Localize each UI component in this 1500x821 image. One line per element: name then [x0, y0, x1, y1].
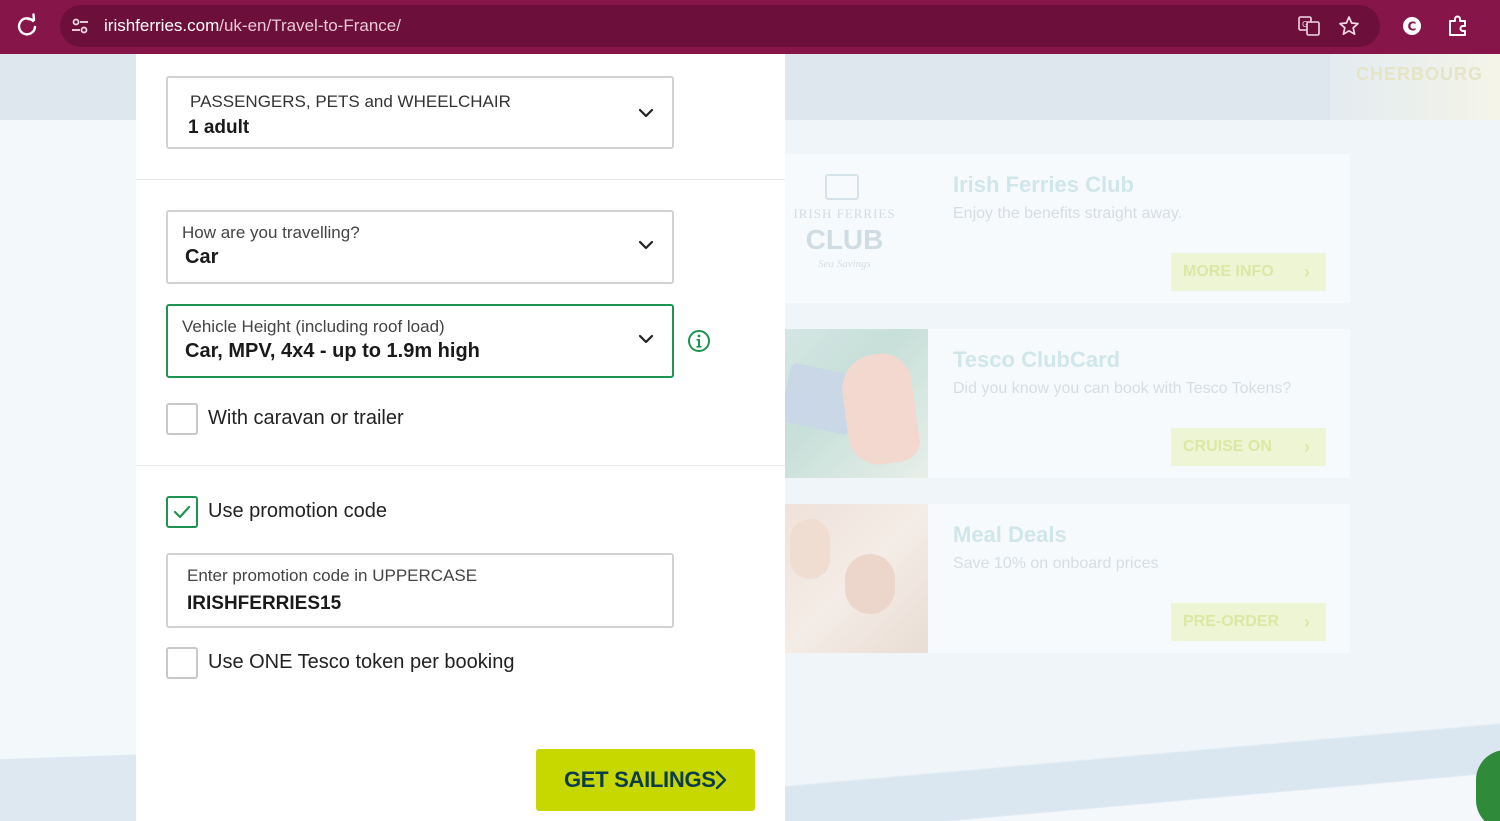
promo-card-tesco: Tesco ClubCard Did you know you can book…	[779, 329, 1350, 478]
card-subtitle: Did you know you can book with Tesco Tok…	[953, 380, 1292, 397]
child-graphic	[845, 554, 895, 614]
promo-code-label: Enter promotion code in UPPERCASE	[187, 566, 478, 585]
translate-icon[interactable]: G	[1298, 15, 1320, 37]
url-domain: irishferries.com	[104, 16, 220, 35]
logo-line1: IRISH FERRIES	[793, 206, 896, 221]
booking-panel: PASSENGERS, PETS and WHEELCHAIR 1 adult …	[136, 54, 785, 821]
travel-mode-value: Car	[185, 246, 219, 268]
promo-code-toggle-label[interactable]: Use promotion code	[208, 500, 387, 523]
logo-line3: Sea Savings	[818, 258, 871, 270]
club-badge-icon	[825, 174, 859, 200]
pre-order-button[interactable]: PRE-ORDER ›	[1171, 603, 1326, 641]
site-info-icon[interactable]	[70, 16, 90, 36]
address-bar[interactable]: irishferries.com/uk-en/Travel-to-France/…	[60, 5, 1380, 47]
page-background-left	[0, 120, 136, 821]
caravan-checkbox[interactable]	[166, 403, 198, 435]
card-subtitle: Save 10% on onboard prices	[953, 555, 1159, 572]
extensions-puzzle-icon[interactable]	[1445, 13, 1471, 39]
chevron-down-icon	[638, 334, 654, 344]
promo-code-value: IRISHFERRIES15	[187, 593, 342, 614]
passengers-label: PASSENGERS, PETS and WHEELCHAIR	[190, 92, 511, 111]
card-subtitle: Enjoy the benefits straight away.	[953, 205, 1183, 222]
section-divider	[136, 179, 785, 180]
promo-card-meal: Meal Deals Save 10% on onboard prices PR…	[785, 504, 1350, 653]
url-text[interactable]: irishferries.com/uk-en/Travel-to-France/	[104, 16, 401, 36]
meal-deal-image	[785, 504, 928, 653]
button-label: PRE-ORDER	[1183, 613, 1280, 630]
club-logo: IRISH FERRIES CLUB Sea Savings	[785, 154, 928, 303]
vehicle-height-label: Vehicle Height (including roof load)	[182, 317, 445, 336]
button-label: MORE INFO	[1183, 263, 1274, 280]
get-sailings-label: GET SAILINGS	[564, 767, 716, 792]
extension-badge-icon[interactable]: C	[1399, 13, 1425, 39]
bookmark-star-icon[interactable]	[1338, 15, 1360, 37]
tesco-token-checkbox[interactable]	[166, 647, 198, 679]
chevron-right-icon: ›	[1304, 262, 1310, 282]
chevron-down-icon	[638, 240, 654, 250]
logo-line2: CLUB	[805, 224, 884, 255]
reload-icon[interactable]	[14, 13, 40, 39]
vehicle-height-select[interactable]: Vehicle Height (including roof load) Car…	[166, 304, 674, 378]
wave-decoration	[785, 720, 1500, 821]
checkmark-icon	[173, 505, 191, 519]
card-title: Meal Deals	[953, 522, 1067, 547]
tesco-card-image	[779, 329, 928, 478]
chevron-right-icon: ›	[1304, 437, 1310, 457]
travel-mode-label: How are you travelling?	[182, 223, 360, 242]
info-icon[interactable]	[687, 329, 711, 353]
svg-text:C: C	[1408, 20, 1417, 34]
card-title: Irish Ferries Club	[953, 172, 1134, 197]
browser-toolbar: irishferries.com/uk-en/Travel-to-France/…	[0, 0, 1500, 54]
promo-code-checkbox[interactable]	[166, 496, 198, 528]
wave-decoration-left	[0, 730, 136, 821]
promo-card-club: IRISH FERRIES CLUB Sea Savings Irish Fer…	[785, 154, 1350, 303]
person-graphic	[790, 519, 830, 579]
get-sailings-button[interactable]: GET SAILINGS	[536, 749, 755, 811]
more-info-button[interactable]: MORE INFO ›	[1171, 253, 1326, 291]
url-path: /uk-en/Travel-to-France/	[219, 16, 401, 35]
chevron-right-icon: ›	[1304, 612, 1310, 632]
passengers-value: 1 adult	[188, 117, 250, 138]
caravan-label[interactable]: With caravan or trailer	[208, 407, 404, 430]
button-label: CRUISE ON	[1183, 438, 1272, 455]
tesco-token-label[interactable]: Use ONE Tesco token per booking	[208, 651, 514, 674]
vehicle-height-value: Car, MPV, 4x4 - up to 1.9m high	[185, 340, 480, 362]
section-divider	[136, 465, 785, 466]
passengers-select[interactable]: PASSENGERS, PETS and WHEELCHAIR 1 adult	[166, 76, 674, 149]
promo-code-input[interactable]: Enter promotion code in UPPERCASE IRISHF…	[166, 553, 674, 628]
hand-graphic	[837, 349, 923, 469]
card-title: Tesco ClubCard	[953, 347, 1121, 372]
chevron-down-icon	[638, 108, 654, 118]
travel-mode-select[interactable]: How are you travelling? Car	[166, 210, 674, 284]
hero-destination-text: CHERBOURG	[1356, 64, 1484, 84]
cruise-on-button[interactable]: CRUISE ON ›	[1171, 428, 1326, 466]
chevron-right-icon	[715, 770, 727, 790]
svg-text:G: G	[1302, 20, 1308, 29]
